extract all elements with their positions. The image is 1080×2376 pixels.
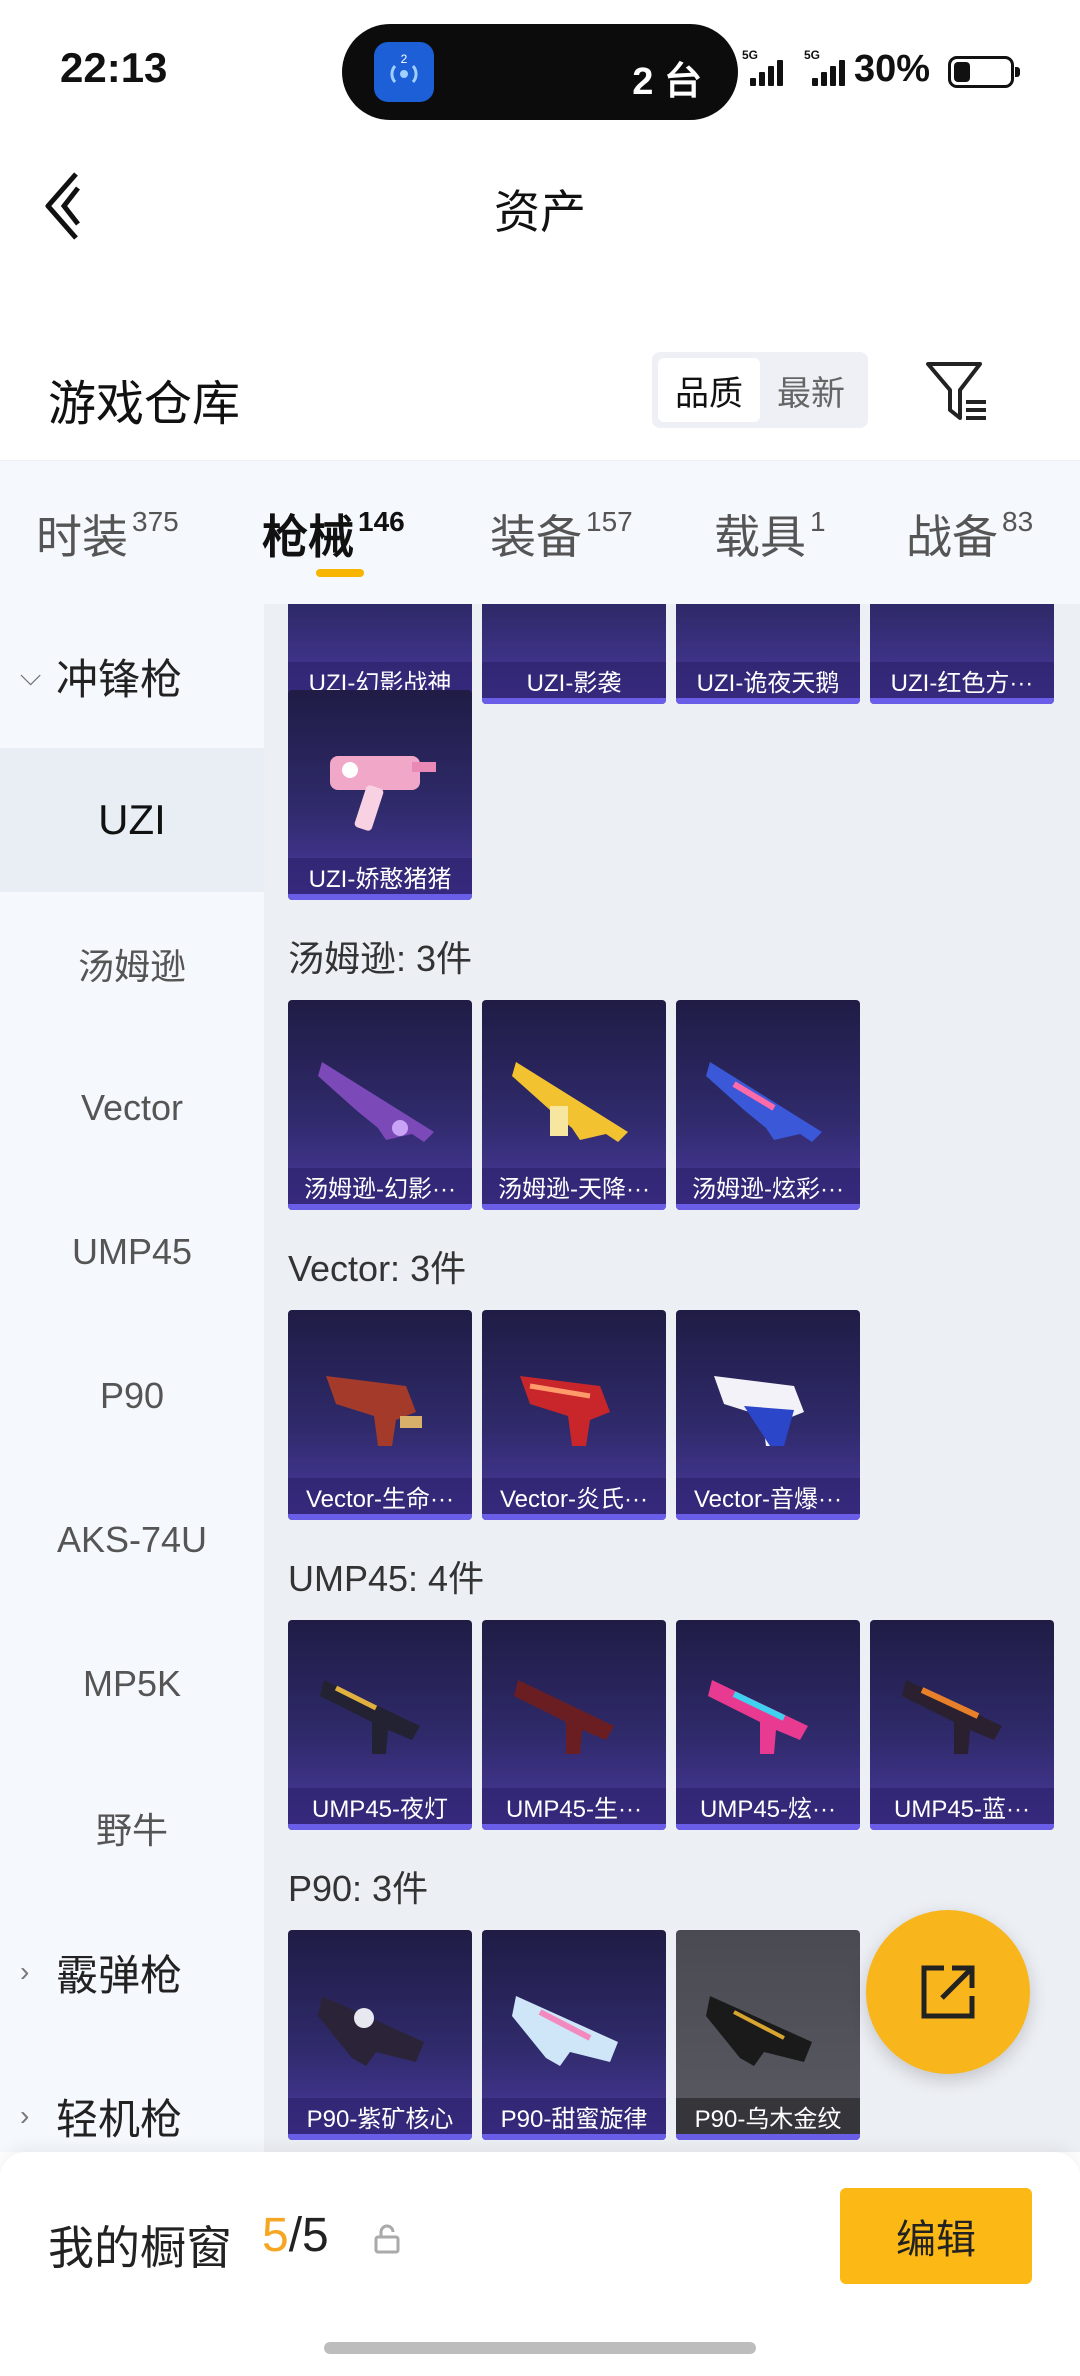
- chevron-right-icon: ›: [20, 2100, 30, 2131]
- showcase-bar: 我的橱窗 5/5 编辑: [0, 2152, 1080, 2376]
- signal-icon: 5G: [804, 48, 852, 90]
- broadcast-app-icon: 2: [374, 42, 434, 102]
- skin-card[interactable]: UZI-娇憨猪猪: [288, 690, 472, 900]
- vector-image: [520, 1376, 610, 1446]
- skin-card[interactable]: UZI-影袭: [482, 604, 666, 704]
- sidebar-item-uzi[interactable]: UZI: [0, 748, 264, 892]
- network-type: 5G: [804, 48, 821, 62]
- skin-card[interactable]: Vector-生命···: [288, 1310, 472, 1520]
- skin-card[interactable]: P90-甜蜜旋律: [482, 1930, 666, 2140]
- skin-card[interactable]: 汤姆逊-幻影···: [288, 1000, 472, 1210]
- skin-card[interactable]: P90-紫矿核心: [288, 1930, 472, 2140]
- sidebar: ⌵ 冲锋枪 UZI 汤姆逊 Vector UMP45 P90 AKS-74U MP…: [0, 604, 264, 2152]
- sidebar-item-vector[interactable]: Vector: [0, 1036, 264, 1180]
- nav-bar: 资产: [0, 130, 1080, 280]
- thompson-image: [318, 1062, 434, 1142]
- skin-card[interactable]: UMP45-生···: [482, 1620, 666, 1830]
- share-icon: [921, 1965, 975, 2019]
- sidebar-item-thompson[interactable]: 汤姆逊: [0, 892, 264, 1036]
- section-title: Vector: 3件: [288, 1248, 467, 1289]
- ump45-image: [320, 1680, 420, 1754]
- vector-image: [714, 1376, 804, 1446]
- signal-icon: 5G: [742, 48, 790, 90]
- sidebar-category-smg[interactable]: ⌵ 冲锋枪: [0, 604, 264, 748]
- skin-card[interactable]: UZI-红色方···: [870, 604, 1054, 704]
- tab-supplies[interactable]: 战备 83: [906, 501, 1033, 567]
- ump45-image: [902, 1680, 1002, 1754]
- battery-percent: 30%: [854, 48, 931, 90]
- category-tabs: 时装 375 枪械 146 装备 157 载具 1 战备 83: [0, 460, 1080, 604]
- section-title: UMP45: 4件: [288, 1558, 485, 1599]
- chevron-down-icon: ⌵: [20, 659, 42, 691]
- skin-card[interactable]: UMP45-夜灯: [288, 1620, 472, 1830]
- sidebar-item-aks74u[interactable]: AKS-74U: [0, 1468, 264, 1612]
- sidebar-category-shotgun[interactable]: › 霰弹枪: [0, 1900, 264, 2044]
- skin-card[interactable]: Vector-炎氏···: [482, 1310, 666, 1520]
- sort-quality-button[interactable]: 品质: [658, 358, 760, 422]
- section-title: P90: 3件: [288, 1868, 429, 1909]
- sidebar-item-ump45[interactable]: UMP45: [0, 1180, 264, 1324]
- page-title: 资产: [494, 186, 586, 238]
- tab-guns[interactable]: 枪械 146: [262, 501, 405, 567]
- skin-card[interactable]: Vector-音爆···: [676, 1310, 860, 1520]
- p90-image: [706, 1996, 812, 2066]
- dynamic-island[interactable]: 2 2 台: [342, 24, 738, 120]
- skin-card[interactable]: 汤姆逊-炫彩···: [676, 1000, 860, 1210]
- sidebar-item-bison[interactable]: 野牛: [0, 1756, 264, 1900]
- filter-button[interactable]: [922, 356, 990, 426]
- share-button[interactable]: [866, 1910, 1030, 2074]
- tab-indicator: [316, 569, 364, 577]
- status-time: 22:13: [60, 44, 168, 91]
- sort-latest-button[interactable]: 最新: [760, 358, 862, 422]
- showcase-count: 5/5: [262, 2209, 329, 2262]
- sidebar-item-p90[interactable]: P90: [0, 1324, 264, 1468]
- island-count: 2 台: [632, 61, 702, 103]
- repo-title: 游戏仓库: [48, 378, 241, 431]
- ump45-image: [514, 1680, 614, 1754]
- skin-card[interactable]: UMP45-蓝···: [870, 1620, 1054, 1830]
- p90-image: [318, 1996, 424, 2066]
- sidebar-item-mp5k[interactable]: MP5K: [0, 1612, 264, 1756]
- signal-indicators: 5G 5G: [742, 48, 852, 90]
- uzi-pink-image: [330, 756, 436, 831]
- battery-icon: [948, 56, 1020, 88]
- p90-image: [512, 1996, 618, 2066]
- repo-header: 游戏仓库 品质 最新: [0, 330, 1080, 450]
- skin-card[interactable]: 汤姆逊-天降···: [482, 1000, 666, 1210]
- home-indicator[interactable]: [324, 2342, 756, 2354]
- filter-icon: [926, 362, 986, 420]
- status-bar: 22:13 2 2 台 5G 5G 30%: [0, 0, 1080, 130]
- island-badge: 2: [401, 52, 408, 66]
- lock-icon: [374, 2224, 400, 2254]
- tab-equipment[interactable]: 装备 157: [490, 501, 633, 567]
- section-title: 汤姆逊: 3件: [288, 938, 473, 979]
- sort-toggle: 品质 最新: [652, 352, 868, 428]
- network-type: 5G: [742, 48, 759, 62]
- thompson-image: [706, 1062, 822, 1142]
- vector-image: [326, 1376, 422, 1446]
- thompson-image: [512, 1062, 628, 1142]
- tab-fashion[interactable]: 时装 375: [36, 501, 179, 567]
- skin-card[interactable]: P90-乌木金纹: [676, 1930, 860, 2140]
- ump45-image: [708, 1680, 808, 1754]
- skin-card[interactable]: UZI-诡夜天鹅: [676, 604, 860, 704]
- skin-card[interactable]: UMP45-炫···: [676, 1620, 860, 1830]
- edit-button[interactable]: 编辑: [840, 2188, 1032, 2284]
- chevron-right-icon: ›: [20, 1956, 30, 1987]
- showcase-label: 我的橱窗: [48, 2222, 232, 2274]
- tab-vehicles[interactable]: 载具 1: [714, 501, 826, 567]
- skin-card[interactable]: UZI-幻影战神: [288, 604, 472, 704]
